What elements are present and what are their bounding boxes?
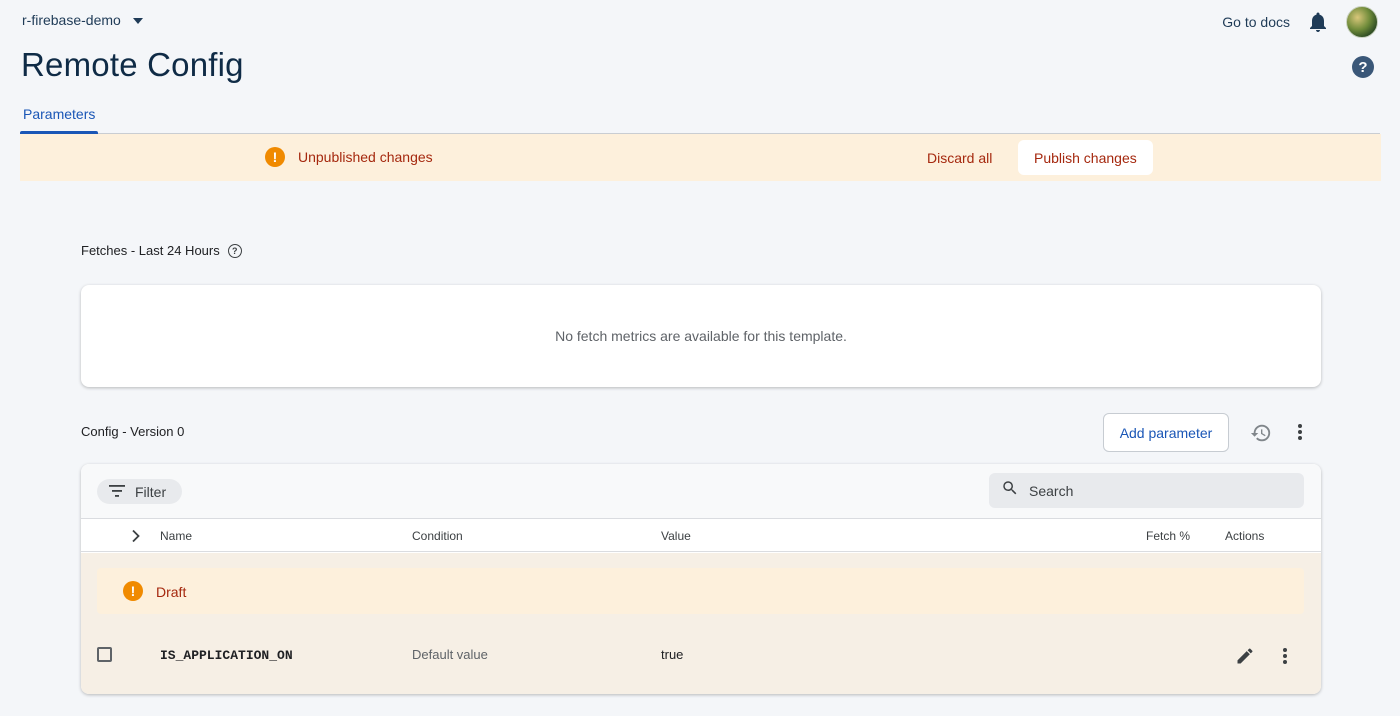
pencil-icon[interactable] [1233, 644, 1257, 668]
parameter-condition: Default value [412, 647, 488, 662]
warning-icon: ! [123, 581, 143, 601]
top-right-actions: Go to docs [1222, 6, 1378, 38]
search-icon [1001, 479, 1019, 502]
draft-banner: ! Draft [97, 568, 1304, 614]
page-title: Remote Config [21, 46, 244, 83]
go-to-docs-link[interactable]: Go to docs [1222, 14, 1290, 30]
fetches-title: Fetches - Last 24 Hours [81, 243, 220, 258]
column-header-actions: Actions [1225, 529, 1265, 543]
draft-group: ! Draft IS_APPLICATION_ON Default value … [81, 553, 1321, 694]
add-parameter-button[interactable]: Add parameter [1103, 413, 1229, 452]
warning-icon: ! [265, 147, 285, 167]
discard-all-button[interactable]: Discard all [913, 140, 1006, 175]
bell-icon[interactable] [1308, 12, 1328, 32]
fetch-empty-message: No fetch metrics are available for this … [555, 328, 847, 344]
tab-parameters[interactable]: Parameters [20, 95, 99, 134]
fetches-section-label: Fetches - Last 24 Hours ? [81, 243, 242, 258]
chevron-down-icon [132, 17, 143, 24]
avatar[interactable] [1346, 6, 1378, 38]
project-name: r-firebase-demo [22, 12, 121, 28]
history-icon[interactable] [1248, 420, 1274, 446]
tab-bar: Parameters [20, 95, 1380, 134]
parameter-name: IS_APPLICATION_ON [160, 648, 293, 663]
table-header: Name Condition Value Fetch % Actions [81, 519, 1321, 552]
parameters-table: Filter Name Condition Value Fetch % Acti… [81, 464, 1321, 694]
search-box[interactable] [989, 473, 1304, 508]
help-outline-icon[interactable]: ? [227, 243, 242, 258]
column-header-fetch-percent: Fetch % [1146, 529, 1191, 543]
chevron-right-icon[interactable] [129, 529, 143, 543]
row-checkbox[interactable] [97, 647, 112, 662]
more-vertical-icon[interactable] [1288, 420, 1312, 444]
more-vertical-icon[interactable] [1273, 644, 1297, 668]
unpublished-changes-banner: ! Unpublished changes Discard all Publis… [20, 134, 1381, 181]
project-switcher[interactable]: r-firebase-demo [22, 12, 143, 28]
column-header-condition: Condition [412, 529, 463, 543]
column-header-name[interactable]: Name [160, 529, 192, 543]
filter-icon [109, 484, 125, 500]
banner-message: Unpublished changes [298, 149, 433, 165]
config-version-label: Config - Version 0 [81, 424, 185, 439]
draft-label: Draft [156, 584, 187, 600]
column-header-value: Value [661, 529, 691, 543]
filter-label: Filter [135, 483, 167, 500]
search-input[interactable] [1029, 482, 1279, 499]
help-icon[interactable]: ? [1352, 56, 1374, 78]
parameter-value: true [661, 647, 684, 662]
table-row[interactable]: IS_APPLICATION_ON Default value true [81, 630, 1321, 680]
fetch-metrics-card: No fetch metrics are available for this … [81, 285, 1321, 387]
publish-changes-button[interactable]: Publish changes [1018, 140, 1153, 175]
table-toolbar: Filter [81, 464, 1321, 519]
filter-button[interactable]: Filter [97, 479, 183, 504]
